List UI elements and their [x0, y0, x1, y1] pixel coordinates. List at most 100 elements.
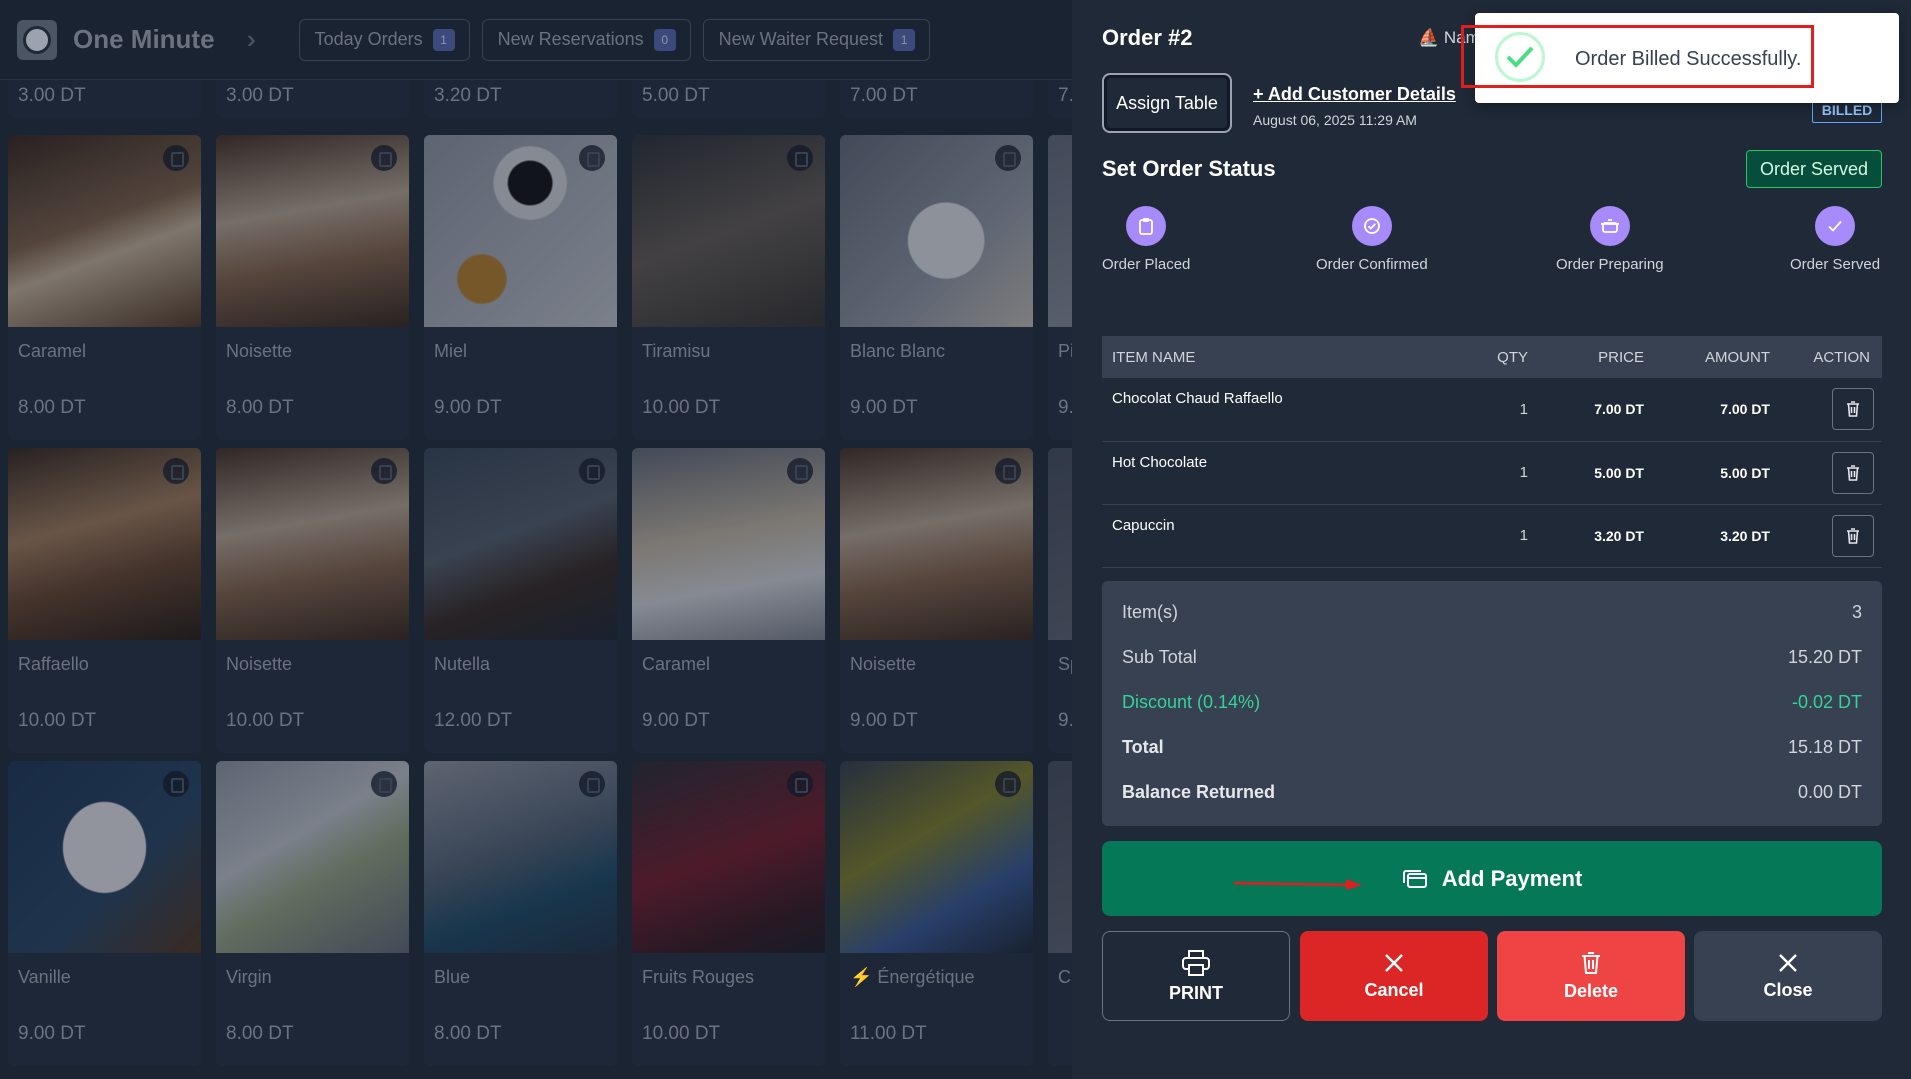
set-order-status-heading: Set Order Status: [1102, 156, 1276, 181]
success-toast[interactable]: Order Billed Successfully.: [1461, 13, 1899, 103]
product-card[interactable]: Noisette 8.00 DT: [216, 135, 409, 440]
product-card[interactable]: Caramel 8.00 DT: [8, 135, 201, 440]
summary-value: 15.20 DT: [1787, 647, 1862, 667]
product-card[interactable]: Blue 8.00 DT: [424, 761, 617, 1066]
delete-button[interactable]: Delete: [1497, 931, 1685, 1021]
new-reservations-button[interactable]: New Reservations 0: [481, 18, 691, 61]
table-row: Hot Chocolate 1 5.00 DT 5.00 DT: [1102, 441, 1882, 505]
order-served-button[interactable]: Order Served: [1746, 150, 1882, 188]
item-price: 3.20 DT: [1540, 504, 1656, 568]
today-orders-button[interactable]: Today Orders 1: [298, 18, 470, 61]
new-waiter-request-button[interactable]: New Waiter Request 1: [702, 18, 931, 61]
collapse-chevrons-icon[interactable]: ››: [247, 24, 287, 55]
item-action: [1782, 504, 1882, 568]
step-order-preparing[interactable]: Order Preparing: [1556, 206, 1664, 273]
trash-icon: [1847, 464, 1859, 481]
item-action: [1782, 378, 1882, 442]
product-card[interactable]: Tiramisu 10.00 DT: [632, 135, 825, 440]
product-name: Raffaello: [18, 654, 89, 674]
product-name: Caramel: [18, 341, 87, 361]
summary-total: Total 15.18 DT: [1122, 725, 1862, 770]
item-amount: 5.00 DT: [1656, 441, 1782, 505]
summary-label: Balance Returned: [1122, 782, 1276, 802]
today-orders-count: 1: [432, 28, 455, 51]
product-card[interactable]: ⚡ Énergétique 11.00 DT: [840, 761, 1033, 1066]
product-price: 10.00 DT: [642, 397, 721, 418]
product-price: 9.00 DT: [642, 710, 710, 731]
delete-item-button[interactable]: [1832, 514, 1874, 557]
cancel-button[interactable]: Cancel: [1300, 931, 1488, 1021]
step-label: Order Preparing: [1556, 256, 1664, 273]
step-order-served[interactable]: Order Served: [1790, 206, 1880, 273]
step-label: Order Confirmed: [1316, 256, 1428, 273]
product-card[interactable]: Blanc Blanc 9.00 DT: [840, 135, 1033, 440]
clipboard-icon: [1126, 206, 1167, 246]
add-customer-details-link[interactable]: + Add Customer Details: [1253, 84, 1456, 105]
product-price: 8.00 DT: [18, 397, 86, 418]
product-card[interactable]: Cr: [1048, 761, 1072, 1066]
printer-icon: [1182, 949, 1210, 976]
product-price: 9.00 DT: [18, 1023, 86, 1044]
product-price: 12.00 DT: [434, 710, 513, 731]
product-name: Caramel: [642, 654, 711, 674]
product-price: 5.00 DT: [632, 80, 825, 118]
delete-item-button[interactable]: [1832, 388, 1874, 431]
col-amount: AMOUNT: [1656, 336, 1782, 378]
today-orders-label: Today Orders: [314, 29, 423, 49]
product-card[interactable]: Nutella 12.00 DT: [424, 448, 617, 753]
summary-value: 3: [1851, 602, 1862, 622]
add-payment-button[interactable]: Add Payment: [1102, 841, 1882, 916]
product-name: Pi: [1058, 341, 1072, 361]
trash-icon: [1582, 951, 1600, 974]
product-card[interactable]: Virgin 8.00 DT: [216, 761, 409, 1066]
order-date: August 06, 2025 11:29 AM: [1253, 112, 1417, 128]
product-name: ⚡ Énergétique: [850, 967, 975, 987]
item-price: 5.00 DT: [1540, 441, 1656, 505]
summary-balance-returned: Balance Returned 0.00 DT: [1122, 770, 1862, 815]
product-card[interactable]: Noisette 9.00 DT: [840, 448, 1033, 753]
product-badge-icon: [787, 458, 813, 484]
product-price: 10.00 DT: [642, 1023, 721, 1044]
summary-discount: Discount (0.14%) -0.02 DT: [1122, 680, 1862, 725]
product-card[interactable]: Noisette 10.00 DT: [216, 448, 409, 753]
product-price: 3.00 DT: [216, 80, 409, 118]
product-badge-icon: [163, 771, 189, 797]
summary-label: Discount (0.14%): [1122, 692, 1261, 712]
step-order-placed[interactable]: Order Placed: [1102, 206, 1190, 273]
cancel-label: Cancel: [1364, 979, 1424, 1000]
product-card[interactable]: Vanille 9.00 DT: [8, 761, 201, 1066]
col-qty: QTY: [1460, 336, 1540, 378]
product-card[interactable]: Raffaello 10.00 DT: [8, 448, 201, 753]
item-action: [1782, 441, 1882, 505]
product-card[interactable]: Pi 9.: [1048, 135, 1072, 440]
summary-label: Item(s): [1122, 602, 1178, 622]
product-name: Blanc Blanc: [850, 341, 946, 361]
summary-label: Total: [1122, 737, 1164, 757]
print-button[interactable]: PRINT: [1102, 931, 1290, 1021]
product-name: Noisette: [226, 654, 293, 674]
close-icon: [1779, 953, 1797, 972]
product-badge-icon: [787, 145, 813, 171]
item-name: Chocolat Chaud Raffaello: [1102, 378, 1460, 442]
top-bar: One Minute ›› Today Orders 1 New Reserva…: [0, 0, 1072, 80]
assign-table-button[interactable]: Assign Table: [1102, 73, 1232, 133]
product-name: Blue: [434, 967, 471, 987]
product-name: Noisette: [850, 654, 917, 674]
product-card[interactable]: Miel 9.00 DT: [424, 135, 617, 440]
product-card[interactable]: Sp 9.: [1048, 448, 1072, 753]
product-badge-icon: [995, 771, 1021, 797]
product-card[interactable]: Caramel 9.00 DT: [632, 448, 825, 753]
delete-item-button[interactable]: [1832, 451, 1874, 494]
new-waiter-request-count: 1: [893, 28, 916, 51]
product-badge-icon: [371, 771, 397, 797]
product-name: Virgin: [226, 967, 272, 987]
product-card[interactable]: Fruits Rouges 10.00 DT: [632, 761, 825, 1066]
product-price: 9.00 DT: [850, 397, 918, 418]
step-order-confirmed[interactable]: Order Confirmed: [1316, 206, 1428, 273]
product-price: 3.20 DT: [424, 80, 617, 118]
product-badge-icon: [579, 771, 605, 797]
summary-label: Sub Total: [1122, 647, 1197, 667]
app-logo: [17, 19, 57, 60]
waiter-icon: ⛵: [1418, 28, 1440, 47]
close-button[interactable]: Close: [1694, 931, 1882, 1021]
